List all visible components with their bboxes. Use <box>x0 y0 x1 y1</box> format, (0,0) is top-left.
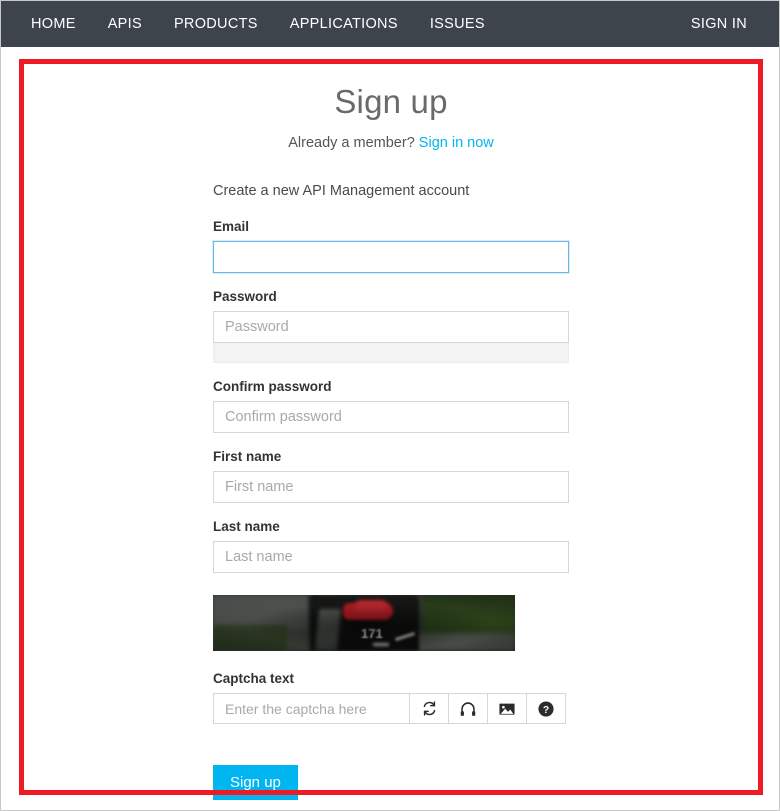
field-password: Password <box>213 289 569 363</box>
sign-in-prompt: Already a member? Sign in now <box>1 135 779 151</box>
captcha-input-row: ? <box>213 693 569 724</box>
captcha-refresh-button[interactable] <box>410 693 449 724</box>
sign-in-prompt-text: Already a member? <box>288 135 415 151</box>
signup-form: Create a new API Management account Emai… <box>213 151 569 800</box>
field-first-name: First name <box>213 449 569 503</box>
first-name-input[interactable] <box>213 471 569 503</box>
captcha-image-button[interactable] <box>488 693 527 724</box>
nav-item-applications[interactable]: APPLICATIONS <box>274 1 414 47</box>
nav-item-apis[interactable]: APIS <box>92 1 158 47</box>
label-last-name: Last name <box>213 519 280 534</box>
field-captcha-text: Captcha text Enter the captcha here ? <box>213 671 569 724</box>
password-input[interactable] <box>213 311 569 343</box>
top-navigation-bar: HOME APIS PRODUCTS APPLICATIONS ISSUES S… <box>1 1 779 47</box>
nav-item-issues[interactable]: ISSUES <box>414 1 501 47</box>
field-confirm-password: Confirm password <box>213 379 569 433</box>
svg-text:?: ? <box>543 705 549 716</box>
field-last-name: Last name <box>213 519 569 573</box>
nav-item-products[interactable]: PRODUCTS <box>158 1 274 47</box>
captcha-vignette-layer <box>213 595 515 651</box>
refresh-icon <box>421 700 438 717</box>
headphones-icon <box>459 700 477 718</box>
nav-primary-links: HOME APIS PRODUCTS APPLICATIONS ISSUES <box>1 1 501 47</box>
captcha-image: 171 <box>213 595 515 651</box>
nav-item-home[interactable]: HOME <box>15 1 92 47</box>
sign-in-now-link[interactable]: Sign in now <box>419 135 494 151</box>
captcha-audio-button[interactable] <box>449 693 488 724</box>
last-name-input[interactable] <box>213 541 569 573</box>
label-first-name: First name <box>213 449 282 464</box>
password-strength-meter <box>213 343 569 363</box>
sign-up-button[interactable]: Sign up <box>213 765 298 800</box>
screenshot-root: HOME APIS PRODUCTS APPLICATIONS ISSUES S… <box>0 0 780 811</box>
nav-item-sign-in[interactable]: SIGN IN <box>675 1 763 47</box>
page-content: Sign up Already a member? Sign in now Cr… <box>1 47 779 810</box>
captcha-help-button[interactable]: ? <box>527 693 566 724</box>
field-email: Email <box>213 219 569 273</box>
help-icon: ? <box>537 700 555 718</box>
captcha-input[interactable] <box>213 693 410 724</box>
confirm-password-input[interactable] <box>213 401 569 433</box>
nav-secondary-links: SIGN IN <box>675 1 779 47</box>
label-confirm-password: Confirm password <box>213 379 332 394</box>
image-icon <box>498 700 516 718</box>
page-title: Sign up <box>334 83 448 120</box>
email-input[interactable] <box>213 241 569 273</box>
label-captcha-text: Captcha text <box>213 671 295 686</box>
form-intro-text: Create a new API Management account <box>213 183 470 199</box>
label-email: Email <box>213 219 250 234</box>
label-password: Password <box>213 289 277 304</box>
